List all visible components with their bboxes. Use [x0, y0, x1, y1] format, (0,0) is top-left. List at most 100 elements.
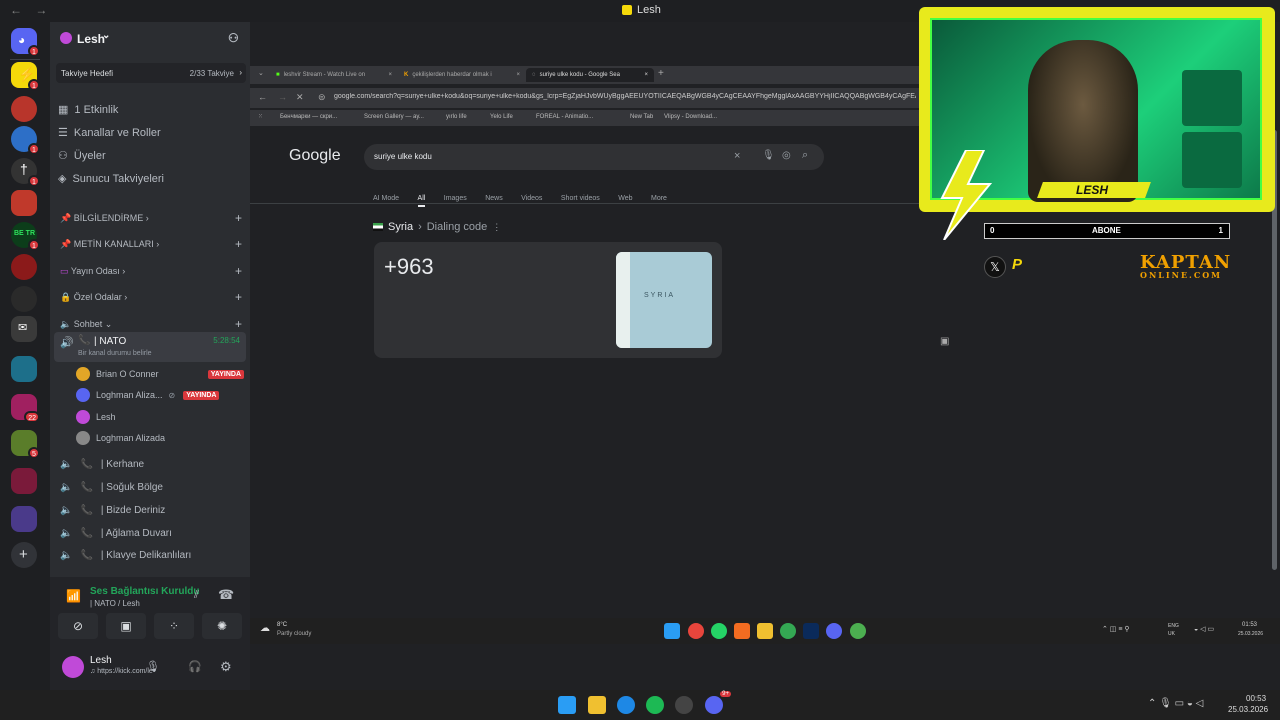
back-forward-nav[interactable]: ← →	[10, 3, 47, 17]
tray-icons[interactable]: ⌃ ◫ ≡ ⚲	[1102, 625, 1130, 633]
category-sohbet[interactable]: 🔈 Sohbet ⌄ +	[60, 317, 242, 331]
spotify-icon[interactable]	[646, 696, 664, 714]
search-icon[interactable]: ⌕	[802, 149, 808, 162]
category-yayin-odasi[interactable]: ▭ Yayın Odası › +	[60, 264, 242, 278]
server-icon-8[interactable]	[11, 286, 37, 312]
back-arrow-icon[interactable]: ←	[10, 3, 22, 17]
server-folder-3[interactable]: 5	[11, 430, 40, 459]
voice-member[interactable]: Brian O Conner YAYINDA	[76, 367, 244, 381]
network-volume-icon[interactable]: ◒ ◁ ▭	[1194, 625, 1214, 633]
close-icon[interactable]: ×	[388, 72, 392, 78]
bookmark-item[interactable]: Screen Gallery — ay...	[364, 114, 424, 120]
forward-arrow-icon[interactable]: →	[35, 3, 47, 17]
camera-button[interactable]: ⊘	[58, 613, 98, 639]
app-icon[interactable]	[734, 623, 750, 639]
gear-icon[interactable]: ⚙	[220, 659, 232, 675]
chrome-alt-icon[interactable]	[780, 623, 796, 639]
voice-channel-bizde-deriniz[interactable]: 🔈 📞 | Bizde Deriniz	[56, 505, 246, 516]
voice-channel-klavye[interactable]: 🔈 📞 | Klavye Delikanlıları	[56, 550, 246, 561]
lens-icon[interactable]: ◎	[782, 150, 791, 161]
signal-icon[interactable]: 📶	[66, 589, 81, 603]
back-icon[interactable]: ←	[258, 92, 267, 102]
inner-clock-date[interactable]: 25.03.2026	[1238, 631, 1263, 637]
activities-button[interactable]: ⁘	[154, 613, 194, 639]
bookmark-item[interactable]: New Tab	[630, 114, 653, 120]
discord-icon[interactable]	[826, 623, 842, 639]
edge-icon[interactable]	[617, 696, 635, 714]
bookmark-item[interactable]: FOREAL - Animatio...	[536, 114, 593, 120]
tray-icons[interactable]: ⌃ 🎙 ▭ ◒ ◁	[1148, 698, 1203, 709]
add-channel-icon[interactable]: +	[235, 211, 242, 225]
search-input[interactable]: suriye ulke kodu	[374, 152, 432, 161]
google-logo[interactable]: Google	[289, 147, 341, 165]
server-icon-6[interactable]: BE TR 1	[11, 222, 40, 251]
avatar[interactable]	[62, 656, 84, 678]
app-icon[interactable]	[675, 696, 693, 714]
tab-more[interactable]: More	[651, 195, 667, 202]
bookmark-item[interactable]: Vlipsy - Download...	[664, 114, 717, 120]
boost-goal-bar[interactable]: Takviye Hedefi 2/33 Takviye ›	[56, 63, 246, 83]
browser-tab[interactable]: ■ leshvir Stream - Watch Live on ×	[270, 68, 398, 82]
voice-member[interactable]: Loghman Aliza... ⊘ YAYINDA	[76, 388, 244, 402]
tab-short-videos[interactable]: Short videos	[561, 195, 600, 202]
close-icon[interactable]: ×	[516, 72, 520, 78]
syria-map-image[interactable]: SYRIA	[616, 252, 712, 348]
channel-status-text[interactable]: Bir kanal durumu belirle	[78, 350, 152, 357]
apps-icon[interactable]: ⁙	[258, 113, 263, 120]
breadcrumb-country[interactable]: Syria	[388, 221, 413, 233]
file-explorer-icon[interactable]	[588, 696, 606, 714]
info-icon[interactable]: ⋮	[492, 222, 501, 233]
tab-all[interactable]: All	[417, 195, 426, 207]
server-icon-3[interactable]: 1	[11, 126, 40, 155]
voice-channel-kerhane[interactable]: 🔈 📞 | Kerhane	[56, 459, 246, 470]
weather-desc[interactable]: Partly cloudy	[277, 631, 311, 637]
weather-temp[interactable]: 8°C	[277, 622, 287, 628]
username[interactable]: Lesh	[90, 655, 112, 666]
site-info-icon[interactable]: ⊜	[318, 92, 326, 103]
server-folder-2[interactable]: 22	[11, 394, 40, 423]
server-icon-7[interactable]	[11, 254, 37, 280]
category-metin-kanallari[interactable]: 📌 METİN KANALLARI › +	[60, 237, 242, 251]
tab-news[interactable]: News	[485, 195, 503, 202]
tab-videos[interactable]: Videos	[521, 195, 542, 202]
tab-search-icon[interactable]: ⌄	[258, 69, 264, 77]
add-channel-icon[interactable]: +	[235, 264, 242, 278]
discord-icon[interactable]: 9+	[705, 691, 731, 714]
forward-icon[interactable]: →	[278, 92, 287, 102]
voice-channel-aglama-duvari[interactable]: 🔈 📞 | Ağlama Duvarı	[56, 528, 246, 539]
category-bilgilendirme[interactable]: 📌 BİLGİLENDİRME › +	[60, 211, 242, 225]
sidebar-item-boosts[interactable]: ◈ Sunucu Takviyeleri	[58, 172, 244, 186]
tab-web[interactable]: Web	[618, 195, 632, 202]
chrome-profile-icon[interactable]	[850, 623, 866, 639]
guild-header[interactable]: Lesh ⌄ ⚇	[50, 22, 250, 54]
add-channel-icon[interactable]: +	[235, 237, 242, 251]
add-channel-icon[interactable]: +	[235, 290, 242, 304]
server-icon-5[interactable]	[11, 190, 37, 216]
photoshop-icon[interactable]	[803, 623, 819, 639]
new-tab-button[interactable]: +	[658, 68, 664, 79]
tab-images[interactable]: Images	[444, 195, 467, 202]
noise-suppression-icon[interactable]: ⫽	[194, 589, 199, 602]
chrome-icon[interactable]	[688, 623, 704, 639]
server-folder-1[interactable]	[11, 356, 37, 382]
screen-share-button[interactable]: ▣	[106, 613, 146, 639]
server-icon-9[interactable]: ✉	[11, 316, 37, 342]
whatsapp-icon[interactable]	[711, 623, 727, 639]
clock-date[interactable]: 25.03.2026	[1228, 705, 1268, 714]
add-server-button[interactable]: +	[11, 542, 37, 568]
clock-time[interactable]: 00:53	[1246, 694, 1266, 703]
search-box[interactable]: suriye ulke kodu × 🎙 ◎ ⌕	[364, 144, 824, 170]
voice-member[interactable]: Loghman Alizada	[76, 431, 244, 445]
active-voice-channel[interactable]: 🔊 📞 | NATO 5:28:54 Bir kanal durumu beli…	[54, 332, 246, 362]
start-icon[interactable]	[664, 623, 680, 639]
bookmark-item[interactable]: Yelo Life	[490, 114, 513, 120]
sidebar-item-channels-roles[interactable]: ☰ Kanallar ve Roller	[58, 126, 244, 140]
headphones-icon[interactable]: 🎧	[188, 660, 202, 673]
disconnect-icon[interactable]: ☎	[218, 587, 234, 603]
stop-icon[interactable]: ✕	[296, 92, 304, 103]
server-icon-lesh[interactable]: ⚡ 1	[11, 62, 40, 91]
server-folder-4[interactable]	[11, 468, 37, 494]
add-member-icon[interactable]: ⚇	[228, 31, 239, 45]
sidebar-item-events[interactable]: ▦ 1 Etkinlik	[58, 103, 244, 117]
voice-channel-soguk-bolge[interactable]: 🔈 📞 | Soğuk Bölge	[56, 482, 246, 493]
